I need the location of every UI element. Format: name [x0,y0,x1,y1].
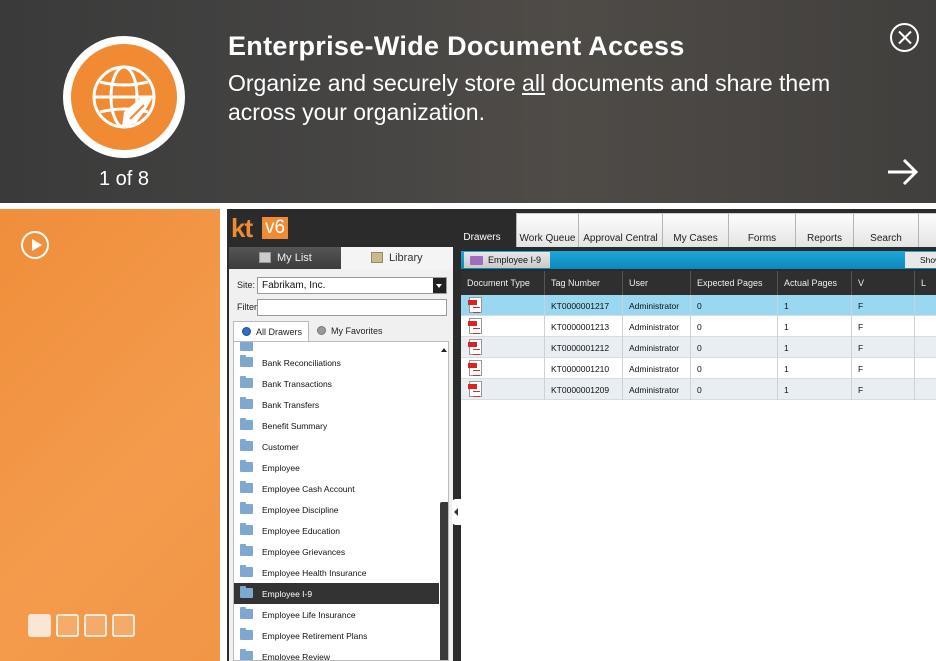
globe-hand-icon [92,65,156,129]
list-item[interactable]: Bank Transactions [234,373,439,394]
column-header[interactable]: Tag Number [545,271,623,295]
list-item[interactable]: Employee Discipline [234,499,439,520]
folder-icon [240,439,253,451]
tab-search[interactable]: Search [853,213,918,247]
list-item[interactable]: Benefit Summary [234,415,439,436]
pdf-icon [468,318,482,334]
list-item[interactable]: Employee Education [234,520,439,541]
slide-counter: 1 of 8 [98,168,150,190]
folder-icon [470,256,483,265]
column-header[interactable]: Expected Pages [691,271,778,295]
tab-my-list[interactable]: My List [229,247,341,269]
column-header[interactable]: Actual Pages [778,271,852,295]
folder-icon [240,342,253,351]
pdf-icon [468,360,482,376]
folder-icon [240,607,253,619]
radio-icon [317,326,327,335]
folder-icon [240,565,253,577]
tab-reports[interactable]: Reports [795,213,853,247]
slide-subtitle: Organize and securely store all document… [228,70,831,125]
tab-forms[interactable]: Forms [728,213,795,247]
scrollbar[interactable] [439,342,448,660]
scroll-up-icon[interactable] [441,348,447,352]
list-item[interactable]: Employee Review [234,646,439,660]
feature-badge [63,36,185,158]
tab-library[interactable]: Library [341,247,453,269]
table-row[interactable]: KT0000001213 Administrator 0 1 F [461,316,936,337]
folder-icon [240,376,253,388]
show-button[interactable]: Show [905,252,936,268]
list-item[interactable]: Bank Reconciliations [234,352,439,373]
table-row[interactable]: KT0000001217 Administrator 0 1 F [461,295,936,316]
close-icon[interactable] [890,23,919,52]
table-row[interactable]: KT0000001212 Administrator 0 1 F [461,337,936,358]
document-grid: Document Type Tag Number User Expected P… [461,271,936,661]
tab-work-queue[interactable]: Work Queue [516,213,578,247]
table-row[interactable]: KT0000001209 Administrator 0 1 F [461,379,936,400]
list-item[interactable]: Employee Health Insurance [234,562,439,583]
pagination-dot[interactable] [56,614,79,637]
app-screenshot: kt v6 Drawers Work Queue Approval Centra… [227,209,936,661]
arrow-right-icon[interactable] [886,156,920,188]
folder-icon [240,628,253,640]
folder-icon [240,586,253,598]
tab-my-favorites[interactable]: My Favorites [309,321,389,341]
library-icon [371,252,383,263]
main-nav: Drawers Work Queue Approval Central My C… [448,213,936,247]
grid-header: Document Type Tag Number User Expected P… [461,271,936,295]
tab-my-cases[interactable]: My Cases [662,213,728,247]
tab-drawers[interactable]: Drawers [448,213,516,247]
list-item[interactable]: Employee Grievances [234,541,439,562]
list-item[interactable]: Employee [234,457,439,478]
folder-icon [240,418,253,430]
play-icon[interactable] [21,231,49,259]
folder-icon [240,502,253,514]
list-item-selected[interactable]: Employee I-9 [234,583,439,604]
scroll-thumb[interactable] [440,502,448,660]
side-panel [0,209,220,661]
slide-banner: 1 of 8 Enterprise-Wide Document Access O… [0,0,936,203]
table-row[interactable]: KT0000001210 Administrator 0 1 F [461,358,936,379]
tab-approval-central[interactable]: Approval Central [578,213,662,247]
site-select[interactable]: Fabrikam, Inc. [257,277,447,294]
library-pane: My List Library Site: Fabrikam, Inc. Fil… [229,247,453,661]
folder-icon [240,397,253,409]
folder-icon [240,649,253,660]
drawer-list: Bank Reconciliations Bank Transactions B… [233,341,449,661]
tab-overflow [918,213,936,247]
pdf-icon [468,297,482,313]
filter-input[interactable] [257,299,447,316]
list-item[interactable]: Customer [234,436,439,457]
pagination-dots [28,614,135,637]
tab-employee-i9[interactable]: Employee I-9 [464,252,550,268]
column-header[interactable]: Document Type [461,271,545,295]
list-item[interactable]: Employee Retirement Plans [234,625,439,646]
folder-icon [240,460,253,472]
list-icon [259,252,271,263]
radio-icon [242,327,251,336]
pdf-icon [468,381,482,397]
chevron-down-icon[interactable] [433,278,446,293]
site-label: Site: [237,280,256,290]
tab-all-drawers[interactable]: All Drawers [233,321,310,341]
pagination-dot[interactable] [112,614,135,637]
list-item[interactable]: Employee Cash Account [234,478,439,499]
pane-splitter[interactable] [453,247,461,661]
pagination-dot[interactable] [28,614,51,637]
folder-icon [240,523,253,535]
column-header[interactable]: L [915,271,936,295]
document-tab-bar: Employee I-9 [461,251,936,269]
list-item[interactable]: Bank Transfers [234,394,439,415]
slide-title: Enterprise-Wide Document Access [228,31,685,61]
column-header[interactable]: User [623,271,691,295]
collapse-handle[interactable] [452,499,461,525]
pdf-icon [468,339,482,355]
app-logo: kt v6 [231,214,295,242]
list-item[interactable]: Employee Life Insurance [234,604,439,625]
folder-icon [240,481,253,493]
folder-icon [240,544,253,556]
pagination-dot[interactable] [84,614,107,637]
folder-icon [240,355,253,367]
column-header[interactable]: V [852,271,915,295]
